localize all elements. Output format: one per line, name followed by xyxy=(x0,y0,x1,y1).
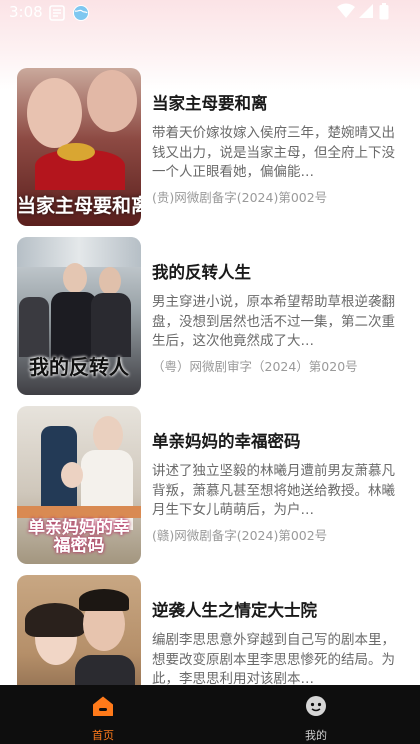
battery-icon xyxy=(379,3,389,24)
poster-title-art: 我的反转人 xyxy=(29,355,129,379)
drama-list[interactable]: 当家主母要和离 当家主母要和离 带着天价嫁妆嫁入侯府三年，楚婉晴又出钱又出力，说… xyxy=(0,68,420,744)
app-notification-icon xyxy=(48,4,66,26)
status-time: 3:08 xyxy=(9,3,43,21)
status-bar: 3:08 xyxy=(0,0,420,26)
drama-description: 编剧李思思意外穿越到自己写的剧本里，想要改变原剧本里李思思惨死的结局。为此，李思… xyxy=(152,632,395,687)
drama-poster[interactable]: 单亲妈妈的幸福密码 xyxy=(17,406,141,564)
drama-poster[interactable]: 我的反转人 xyxy=(17,237,141,395)
globe-notification-icon xyxy=(72,4,90,26)
drama-info: 单亲妈妈的幸福密码 讲述了独立坚毅的林曦月遭前男友萧慕凡背叛，萧慕凡甚至想将她送… xyxy=(152,428,404,544)
drama-title[interactable]: 我的反转人生 xyxy=(152,259,404,285)
bottom-tab-bar: 首页 我的 xyxy=(0,685,420,744)
drama-card[interactable]: 当家主母要和离 当家主母要和离 带着天价嫁妆嫁入侯府三年，楚婉晴又出钱又出力，说… xyxy=(0,68,420,237)
drama-description: 讲述了独立坚毅的林曦月遭前男友萧慕凡背叛，萧慕凡甚至想将她送给教授。林曦月生下女… xyxy=(152,463,395,518)
drama-license: （粤）网微剧审字（2024）第020号 xyxy=(152,359,358,374)
wifi-icon xyxy=(336,3,356,23)
drama-info: 当家主母要和离 带着天价嫁妆嫁入侯府三年，楚婉晴又出钱又出力，说是当家主母，但全… xyxy=(152,90,404,206)
drama-card[interactable]: 我的反转人 我的反转人生 男主穿进小说，原本希望帮助草根逆袭翻盘，没想到居然也活… xyxy=(0,237,420,406)
drama-poster[interactable]: 当家主母要和离 xyxy=(17,68,141,226)
drama-title[interactable]: 当家主母要和离 xyxy=(152,90,404,116)
profile-face-icon xyxy=(305,695,327,717)
tab-home[interactable]: 首页 xyxy=(43,685,163,744)
drama-title[interactable]: 逆袭人生之情定大士院 xyxy=(152,597,404,623)
drama-info: 我的反转人生 男主穿进小说，原本希望帮助草根逆袭翻盘，没想到居然也活不过一集，第… xyxy=(152,259,404,375)
drama-info: 逆袭人生之情定大士院 编剧李思思意外穿越到自己写的剧本里，想要改变原剧本里李思思… xyxy=(152,597,404,689)
tab-home-label: 首页 xyxy=(92,729,114,742)
drama-license: (赣)网微剧备字(2024)第002号 xyxy=(152,528,328,543)
signal-icon xyxy=(358,3,374,23)
drama-description: 男主穿进小说，原本希望帮助草根逆袭翻盘，没想到居然也活不过一集，第二次重生后，这… xyxy=(152,294,395,349)
drama-card[interactable]: 单亲妈妈的幸福密码 单亲妈妈的幸福密码 讲述了独立坚毅的林曦月遭前男友萧慕凡背叛… xyxy=(0,406,420,575)
poster-title-art: 单亲妈妈的幸福密码 xyxy=(28,518,130,557)
poster-title-art: 当家主母要和离 xyxy=(17,195,141,217)
tab-mine-label: 我的 xyxy=(305,729,327,742)
drama-license: (贵)网微剧备字(2024)第002号 xyxy=(152,190,328,205)
home-icon xyxy=(92,695,114,717)
tab-mine[interactable]: 我的 xyxy=(256,685,376,744)
drama-title[interactable]: 单亲妈妈的幸福密码 xyxy=(152,428,404,454)
drama-description: 带着天价嫁妆嫁入侯府三年，楚婉晴又出钱又出力，说是当家主母，但全府上下没一个人正… xyxy=(152,125,395,180)
